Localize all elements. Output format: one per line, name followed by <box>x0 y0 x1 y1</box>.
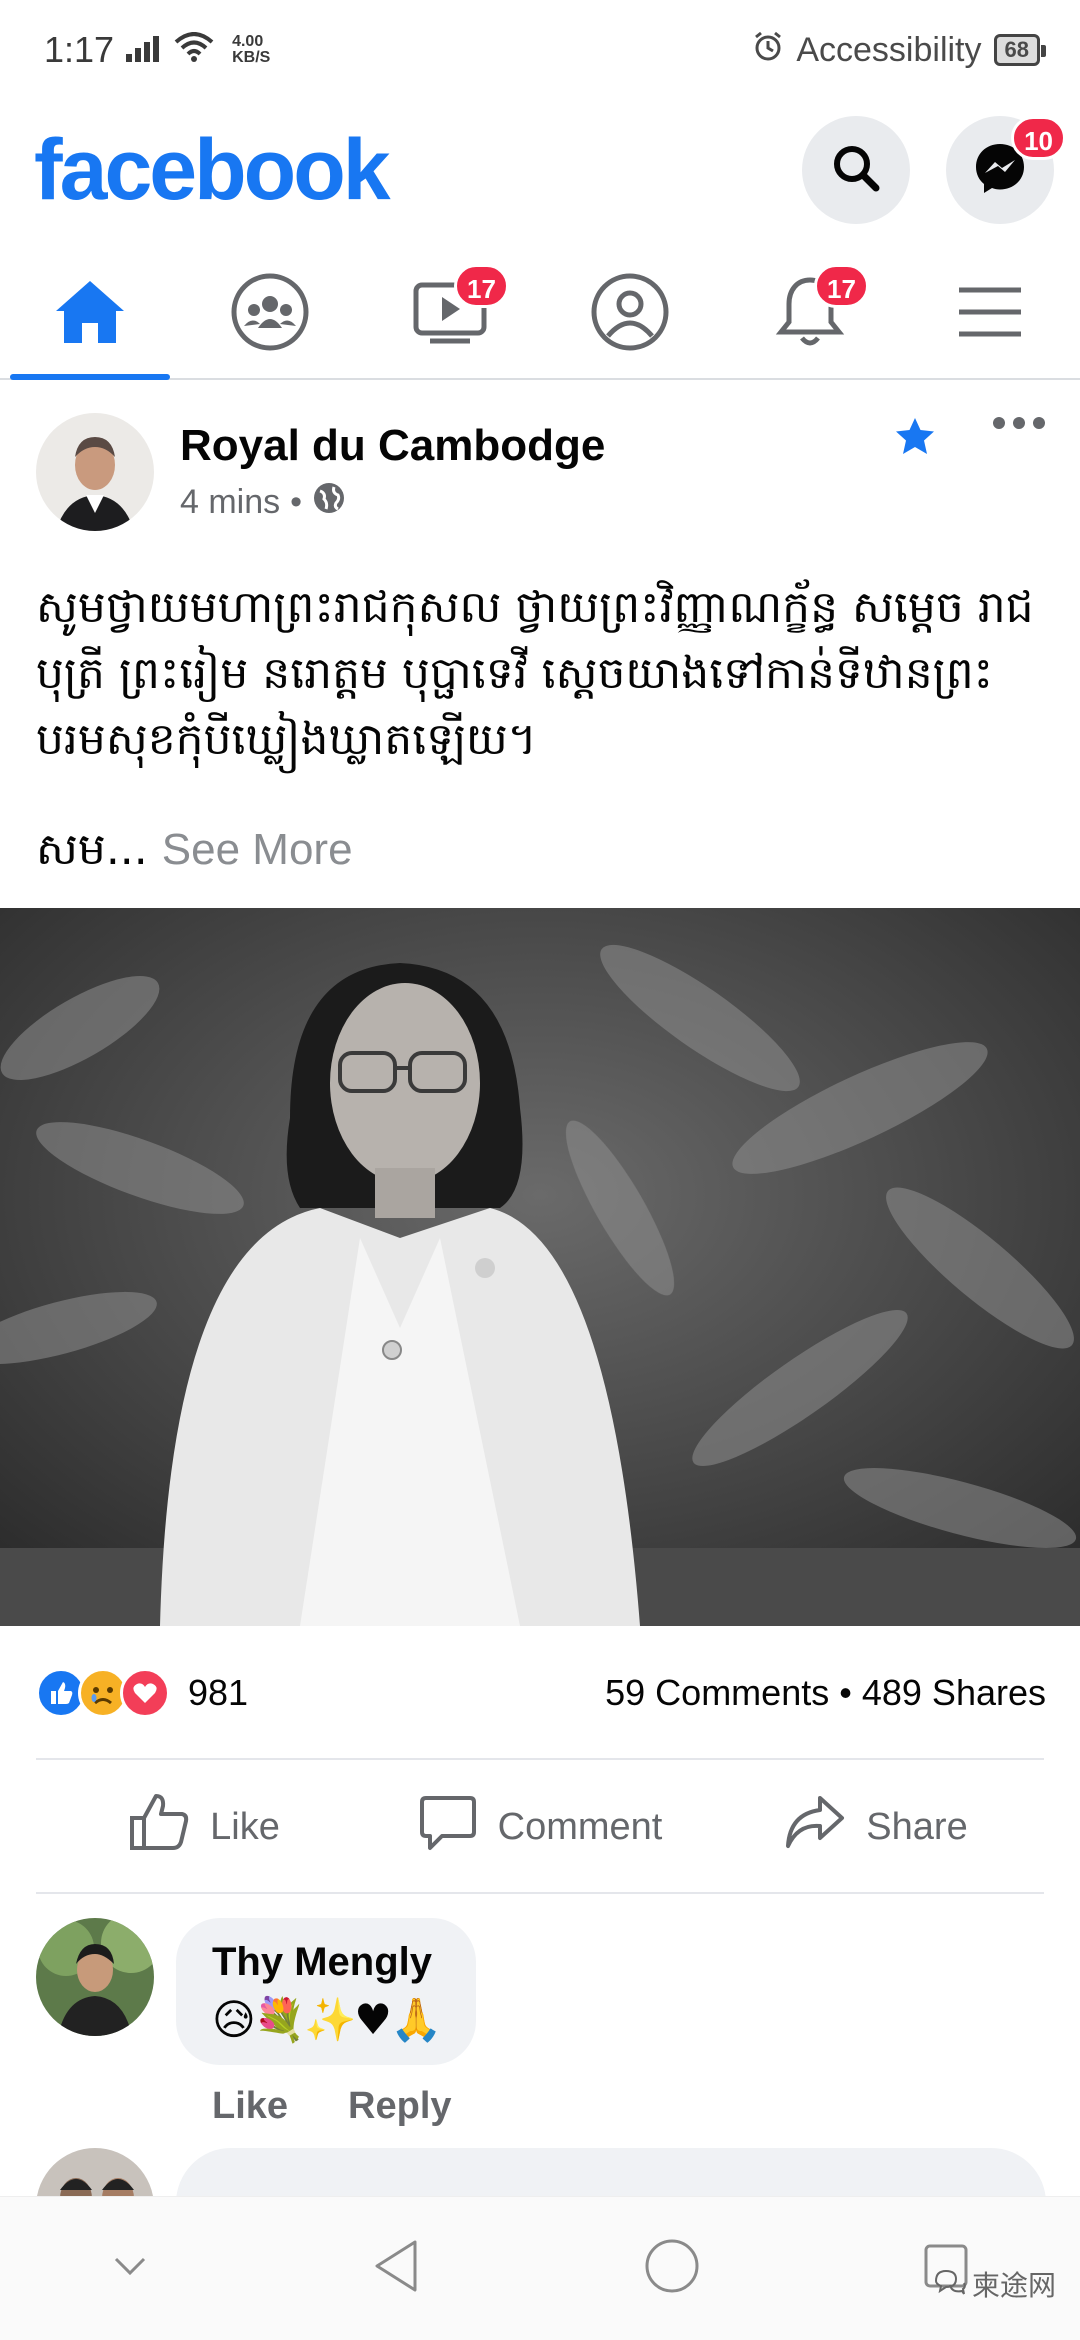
watermark-logo-icon <box>932 2267 966 2302</box>
groups-icon <box>230 272 310 357</box>
signal-icon <box>126 29 162 71</box>
like-label: Like <box>210 1805 280 1848</box>
collapse-icon[interactable] <box>112 2255 148 2282</box>
search-icon <box>830 142 882 199</box>
tab-notifications[interactable]: 17 <box>720 250 900 378</box>
home-icon <box>52 277 128 352</box>
clock: 1:17 <box>44 29 115 70</box>
shares-count[interactable]: 489 Shares <box>862 1672 1046 1713</box>
messenger-badge: 10 <box>1011 116 1066 160</box>
messenger-button[interactable]: 10 <box>946 116 1066 224</box>
profile-icon <box>590 272 670 357</box>
comment-body: Thy Mengly 😥💐✨♥🙏 Like Reply <box>176 1918 477 2128</box>
status-bar: 1:17 4.00 KB/S Accessibility 68 <box>0 0 1080 100</box>
post-photo[interactable] <box>0 908 1080 1626</box>
tab-watch[interactable]: 17 <box>360 250 540 378</box>
tab-groups[interactable] <box>180 250 360 378</box>
reactions-count: 981 <box>188 1672 249 1713</box>
globe-icon <box>312 481 346 524</box>
app-header: facebook 10 <box>0 100 1080 240</box>
share-icon <box>784 1794 846 1860</box>
main-nav: 17 17 <box>0 250 1080 380</box>
see-more-link[interactable]: See More <box>162 825 353 874</box>
post-text: សូមថ្វាយមហាព្រះរាជកុសល ថ្វាយព្រះវិញ្ញាណក… <box>36 582 1034 765</box>
comments-shares: 59 Comments • 489 Shares <box>605 1672 1046 1714</box>
comment-button[interactable]: Comment <box>372 1762 708 1892</box>
status-left: 1:17 4.00 KB/S <box>44 29 270 71</box>
love-reaction-icon <box>120 1668 170 1718</box>
post-time[interactable]: 4 mins <box>180 483 280 522</box>
more-options-icon[interactable] <box>992 416 1046 461</box>
comment-like-button[interactable]: Like <box>212 2085 288 2128</box>
comment-author[interactable]: Thy Mengly <box>212 1940 440 1985</box>
net-speed-unit: KB/S <box>232 49 271 66</box>
share-label: Share <box>866 1805 968 1848</box>
search-button[interactable] <box>802 116 910 224</box>
divider-top <box>36 1758 1044 1760</box>
notifications-badge: 17 <box>814 264 869 308</box>
tab-home[interactable] <box>0 250 180 380</box>
post-header-actions <box>894 416 1046 461</box>
reactions-row: 981 59 Comments • 489 Shares <box>36 1665 1046 1721</box>
comment-reply-button[interactable]: Reply <box>348 2085 451 2128</box>
system-nav-bar: 柬途网 <box>0 2196 1080 2340</box>
time-separator: • <box>290 482 303 521</box>
reaction-summary[interactable]: 981 <box>36 1668 248 1718</box>
status-right: Accessibility 68 <box>752 30 1047 71</box>
post-action-bar: Like Comment Share <box>36 1762 1044 1892</box>
watermark-text: 柬途网 <box>971 2270 1056 2301</box>
share-button[interactable]: Share <box>708 1762 1044 1892</box>
header-actions: 10 <box>802 116 1066 224</box>
tab-menu[interactable] <box>900 250 1080 378</box>
comment-text: 😥💐✨♥🙏 <box>212 1995 442 2044</box>
comments-count[interactable]: 59 Comments <box>605 1672 829 1713</box>
commenter-avatar[interactable] <box>36 1918 154 2036</box>
divider-bottom <box>36 1892 1044 1894</box>
post-header: Royal du Cambodge 4 mins • <box>36 412 1046 532</box>
post-time-line: 4 mins • <box>180 481 894 524</box>
truncated-text: សម... <box>36 824 148 875</box>
watermark: 柬途网 <box>932 2264 1056 2304</box>
shares-separator: • <box>839 1672 852 1713</box>
comment-icon <box>418 1792 478 1862</box>
alarm-icon <box>752 30 784 71</box>
star-icon[interactable] <box>894 416 936 461</box>
wifi-icon <box>174 29 214 71</box>
facebook-logo[interactable]: facebook <box>34 121 391 220</box>
battery-indicator: 68 <box>993 34 1047 66</box>
post-author[interactable]: Royal du Cambodge <box>180 421 894 471</box>
comment: Thy Mengly 😥💐✨♥🙏 Like Reply <box>36 1918 1046 2128</box>
menu-icon <box>957 284 1023 345</box>
page-avatar[interactable] <box>36 413 154 531</box>
comment-label: Comment <box>497 1805 663 1848</box>
home-nav-icon[interactable] <box>644 2238 700 2299</box>
network-speed: 4.00 KB/S <box>232 34 270 66</box>
accessibility-label: Accessibility <box>796 30 982 69</box>
thumbs-up-icon <box>128 1792 190 1862</box>
back-icon[interactable] <box>371 2238 421 2299</box>
post-text-truncated: សម... See More <box>36 822 353 886</box>
post-meta: Royal du Cambodge 4 mins • <box>180 421 894 524</box>
tab-profile[interactable] <box>540 250 720 378</box>
comment-actions: Like Reply <box>212 2085 476 2128</box>
comment-bubble[interactable]: Thy Mengly 😥💐✨♥🙏 <box>176 1918 477 2065</box>
watch-badge: 17 <box>454 264 509 308</box>
net-speed-value: 4.00 <box>232 33 264 50</box>
like-button[interactable]: Like <box>36 1762 372 1892</box>
